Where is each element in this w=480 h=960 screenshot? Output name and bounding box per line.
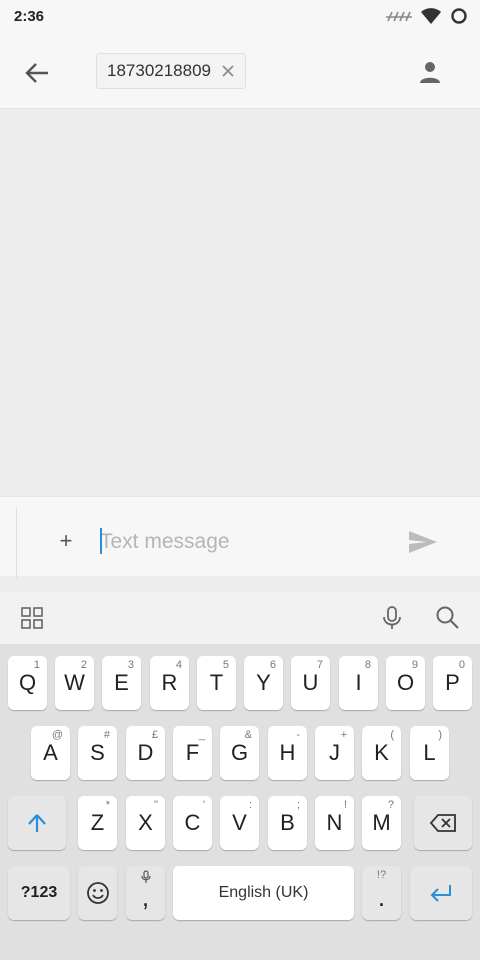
key-b[interactable]: B; — [268, 796, 307, 850]
shift-arrow-icon — [28, 814, 46, 832]
status-time: 2:36 — [14, 8, 45, 25]
enter-key[interactable] — [410, 866, 472, 920]
key-t[interactable]: T5 — [197, 656, 236, 710]
backspace-icon — [429, 814, 456, 832]
keyboard-search-button[interactable] — [434, 604, 462, 632]
key-d[interactable]: D £ — [126, 726, 165, 780]
key-a[interactable]: A @ — [31, 726, 70, 780]
search-icon — [436, 606, 459, 629]
key-k[interactable]: K( — [362, 726, 401, 780]
attach-button[interactable]: + — [52, 527, 80, 555]
key-g[interactable]: G & — [220, 726, 259, 780]
key-w[interactable]: W2 — [55, 656, 94, 710]
comma-mic-icon — [140, 870, 151, 887]
enter-arrow-icon — [430, 885, 451, 902]
key-x[interactable]: X " — [126, 796, 165, 850]
status-icons — [386, 7, 468, 30]
space-key[interactable]: English (UK) — [173, 866, 354, 920]
recipient-number: 18730218809 — [107, 61, 212, 80]
key-q[interactable]: Q1 — [8, 656, 47, 710]
key-p[interactable]: P0 — [433, 656, 472, 710]
message-composer: + — [0, 496, 480, 579]
signal-off-icon — [386, 8, 412, 29]
symbols-key[interactable]: ?123 — [8, 866, 70, 920]
microphone-icon — [383, 606, 401, 629]
emoji-key[interactable] — [78, 866, 117, 920]
key-j[interactable]: J + — [315, 726, 354, 780]
key-c[interactable]: C ' — [173, 796, 212, 850]
key-r[interactable]: R4 — [150, 656, 189, 710]
backspace-key[interactable] — [414, 796, 472, 850]
emoji-icon — [86, 882, 109, 904]
message-input[interactable] — [100, 527, 390, 557]
person-icon — [420, 62, 440, 83]
key-y[interactable]: Y6 — [244, 656, 283, 710]
key-o[interactable]: O9 — [386, 656, 425, 710]
key-z[interactable]: Z * — [78, 796, 117, 850]
composer-divider — [16, 507, 17, 579]
keyboard-menu-button[interactable] — [18, 604, 46, 632]
key-i[interactable]: I8 — [339, 656, 378, 710]
period-key[interactable]: . !? — [362, 866, 401, 920]
key-e[interactable]: E3 — [102, 656, 141, 710]
app-header: 18730218809 — [0, 36, 480, 109]
battery-ring-icon — [450, 7, 468, 30]
soft-keyboard: Q1 W2 E3 R4 T5 Y6 U7 I8 O9 P0 A @ S # D £ F… — [0, 644, 480, 960]
voice-input-button[interactable] — [378, 604, 406, 632]
remove-recipient-icon[interactable] — [221, 64, 235, 78]
keyboard-toolbar — [0, 592, 480, 644]
key-l[interactable]: L) — [410, 726, 449, 780]
send-button[interactable] — [405, 527, 441, 557]
key-h[interactable]: H- — [268, 726, 307, 780]
back-button[interactable] — [18, 54, 56, 92]
comma-key[interactable]: , — [126, 866, 165, 920]
recipient-chip[interactable]: 18730218809 — [96, 53, 247, 89]
wifi-icon — [420, 7, 442, 30]
send-icon — [409, 531, 437, 553]
key-s[interactable]: S # — [78, 726, 117, 780]
key-n[interactable]: N! — [315, 796, 354, 850]
key-f[interactable]: F _ — [173, 726, 212, 780]
text-cursor — [100, 528, 102, 554]
status-bar: 2:36 — [0, 0, 480, 36]
key-m[interactable]: M? — [362, 796, 401, 850]
shift-key[interactable] — [8, 796, 66, 850]
add-contact-button[interactable] — [410, 52, 450, 92]
key-v[interactable]: V: — [220, 796, 259, 850]
conversation-area — [0, 110, 480, 496]
back-arrow-icon — [25, 63, 48, 83]
grid-icon — [21, 607, 43, 629]
key-u[interactable]: U7 — [291, 656, 330, 710]
